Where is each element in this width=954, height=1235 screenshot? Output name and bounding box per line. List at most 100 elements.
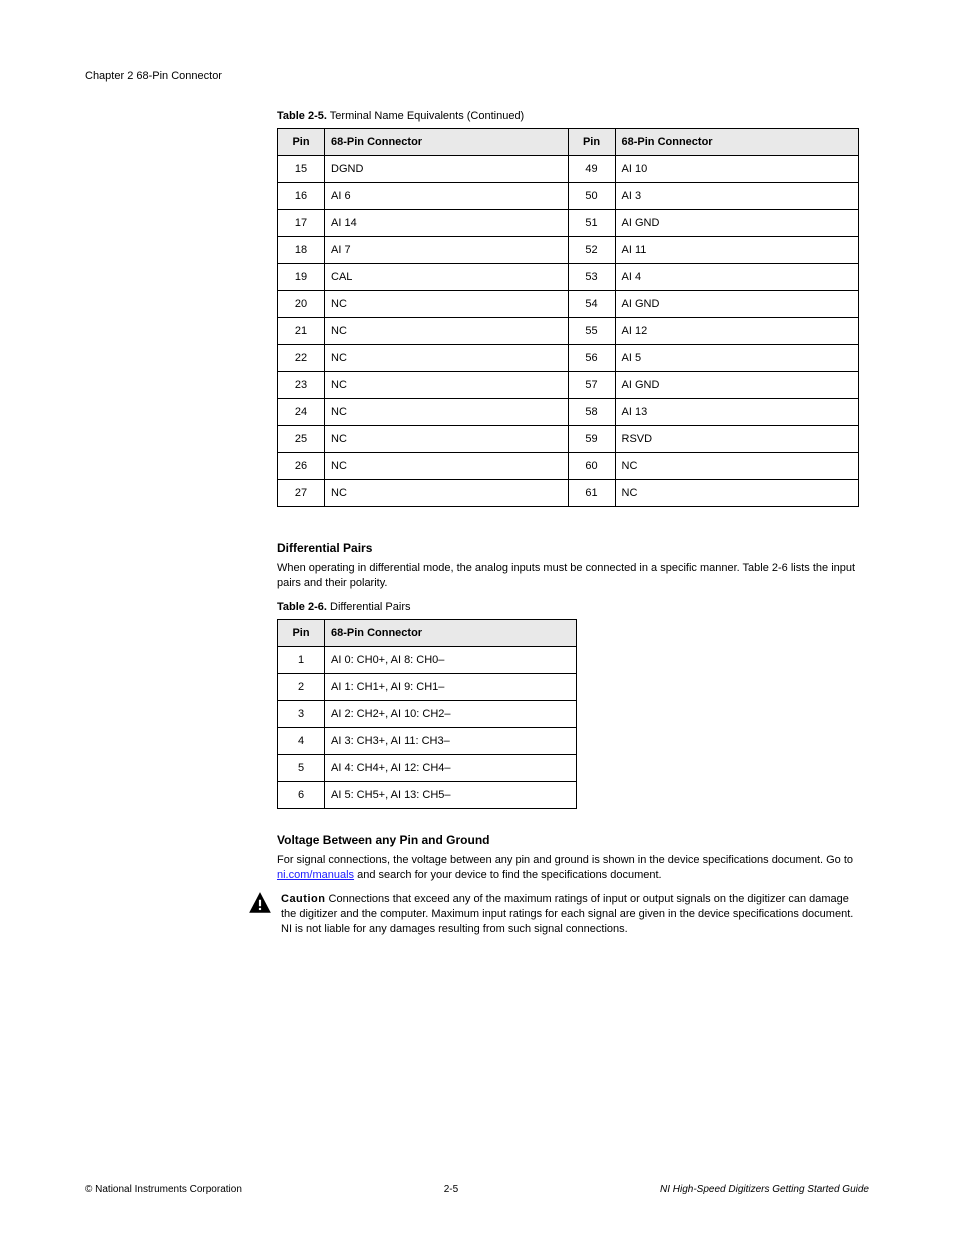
- cell: AI 13: [615, 399, 859, 426]
- cell: 4: [278, 727, 325, 754]
- cell: 24: [278, 399, 325, 426]
- cell: AI 1: CH1+, AI 9: CH1–: [325, 673, 577, 700]
- cell: AI 3: [615, 183, 859, 210]
- footer-right: NI High-Speed Digitizers Getting Started…: [660, 1184, 869, 1195]
- cell: 26: [278, 453, 325, 480]
- cell: AI 14: [325, 210, 569, 237]
- table-2-6-caption-label: Table 2-6.: [277, 601, 327, 613]
- cell: AI GND: [615, 372, 859, 399]
- footer-center: 2-5: [444, 1184, 458, 1195]
- cell: CAL: [325, 264, 569, 291]
- table-row: 22NC56AI 5: [278, 345, 859, 372]
- cell: 57: [568, 372, 615, 399]
- cell: 17: [278, 210, 325, 237]
- cell: 58: [568, 399, 615, 426]
- cell: 18: [278, 237, 325, 264]
- col-header-pin-b: Pin: [568, 129, 615, 156]
- cell: DGND: [325, 156, 569, 183]
- voltage-paragraph-pre: For signal connections, the voltage betw…: [277, 854, 853, 866]
- cell: NC: [325, 345, 569, 372]
- cell: 49: [568, 156, 615, 183]
- table-2-5-caption-label: Table 2-5.: [277, 110, 327, 122]
- table-2-6-caption: Table 2-6. Differential Pairs: [277, 601, 859, 613]
- page-footer: © National Instruments Corporation 2-5 N…: [85, 1184, 869, 1195]
- cell: AI 12: [615, 318, 859, 345]
- cell: 51: [568, 210, 615, 237]
- page-header: Chapter 2 68-Pin Connector: [85, 70, 869, 82]
- cell: AI 11: [615, 237, 859, 264]
- cell: NC: [615, 480, 859, 507]
- table-row: 16AI 650AI 3: [278, 183, 859, 210]
- table-2-6-caption-text: Differential Pairs: [330, 601, 411, 613]
- cell: 56: [568, 345, 615, 372]
- table-row: 5AI 4: CH4+, AI 12: CH4–: [278, 754, 577, 781]
- table-2-5-caption: Table 2-5. Terminal Name Equivalents (Co…: [277, 110, 859, 122]
- table-2-5-caption-text: Terminal Name Equivalents (Continued): [330, 110, 524, 122]
- specs-link[interactable]: ni.com/manuals: [277, 869, 354, 881]
- cell: 59: [568, 426, 615, 453]
- cell: 21: [278, 318, 325, 345]
- cell: AI GND: [615, 291, 859, 318]
- table-row: 26NC60NC: [278, 453, 859, 480]
- cell: 5: [278, 754, 325, 781]
- table-row: 18AI 752AI 11: [278, 237, 859, 264]
- table-header-row: Pin 68-Pin Connector Pin 68-Pin Connecto…: [278, 129, 859, 156]
- cell: 50: [568, 183, 615, 210]
- table-header-row: Pin 68-Pin Connector: [278, 619, 577, 646]
- table-row: 21NC55AI 12: [278, 318, 859, 345]
- voltage-section: Voltage Between any Pin and Ground For s…: [277, 833, 859, 937]
- col-header-desc-a: 68-Pin Connector: [325, 129, 569, 156]
- table-row: 2AI 1: CH1+, AI 9: CH1–: [278, 673, 577, 700]
- cell: NC: [325, 426, 569, 453]
- cell: AI 0: CH0+, AI 8: CH0–: [325, 646, 577, 673]
- cell: NC: [325, 453, 569, 480]
- cell: 16: [278, 183, 325, 210]
- cell: 53: [568, 264, 615, 291]
- table-row: 23NC57AI GND: [278, 372, 859, 399]
- cell: AI 5: CH5+, AI 13: CH5–: [325, 781, 577, 808]
- cell: NC: [325, 480, 569, 507]
- footer-left: © National Instruments Corporation: [85, 1184, 242, 1195]
- table-row: 17AI 1451AI GND: [278, 210, 859, 237]
- cell: NC: [325, 372, 569, 399]
- cell: 61: [568, 480, 615, 507]
- table-row: 24NC58AI 13: [278, 399, 859, 426]
- table-row: 6AI 5: CH5+, AI 13: CH5–: [278, 781, 577, 808]
- cell: AI GND: [615, 210, 859, 237]
- caution-text: Caution Connections that exceed any of t…: [281, 892, 859, 937]
- cell: 54: [568, 291, 615, 318]
- cell: AI 6: [325, 183, 569, 210]
- table-2-5: Pin 68-Pin Connector Pin 68-Pin Connecto…: [277, 128, 859, 507]
- cell: 55: [568, 318, 615, 345]
- cell: 60: [568, 453, 615, 480]
- warning-icon: [247, 890, 273, 921]
- cell: AI 2: CH2+, AI 10: CH2–: [325, 700, 577, 727]
- table-2-6: Pin 68-Pin Connector 1AI 0: CH0+, AI 8: …: [277, 619, 577, 809]
- col-header-desc: 68-Pin Connector: [325, 619, 577, 646]
- cell: NC: [325, 291, 569, 318]
- table-row: 1AI 0: CH0+, AI 8: CH0–: [278, 646, 577, 673]
- caution-label: Caution: [281, 893, 325, 905]
- cell: 22: [278, 345, 325, 372]
- cell: AI 5: [615, 345, 859, 372]
- voltage-heading: Voltage Between any Pin and Ground: [277, 833, 859, 847]
- differential-pairs-heading: Differential Pairs: [277, 541, 859, 555]
- col-header-pin: Pin: [278, 619, 325, 646]
- table-row: 19CAL53AI 4: [278, 264, 859, 291]
- cell: AI 7: [325, 237, 569, 264]
- col-header-desc-b: 68-Pin Connector: [615, 129, 859, 156]
- cell: AI 3: CH3+, AI 11: CH3–: [325, 727, 577, 754]
- col-header-pin-a: Pin: [278, 129, 325, 156]
- table-row: 3AI 2: CH2+, AI 10: CH2–: [278, 700, 577, 727]
- cell: AI 4: [615, 264, 859, 291]
- caution-body: Connections that exceed any of the maxim…: [281, 893, 853, 935]
- cell: 25: [278, 426, 325, 453]
- caution-block: Caution Connections that exceed any of t…: [247, 892, 859, 937]
- cell: 6: [278, 781, 325, 808]
- voltage-paragraph-post: and search for your device to find the s…: [354, 869, 662, 881]
- table-row: 15DGND49AI 10: [278, 156, 859, 183]
- cell: AI 4: CH4+, AI 12: CH4–: [325, 754, 577, 781]
- cell: 27: [278, 480, 325, 507]
- table-row: 4AI 3: CH3+, AI 11: CH3–: [278, 727, 577, 754]
- differential-pairs-paragraph: When operating in differential mode, the…: [277, 561, 859, 591]
